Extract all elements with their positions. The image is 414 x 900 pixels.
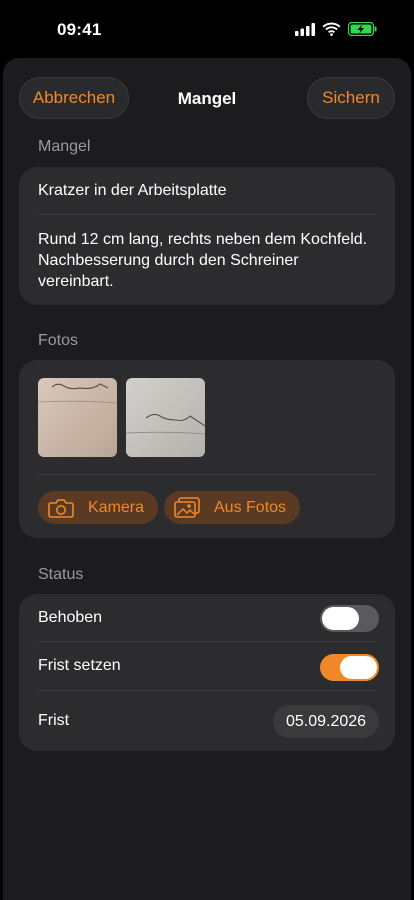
defect-description-field[interactable]: Rund 12 cm lang, rechts neben dem Kochfe… [19, 229, 395, 292]
photo-library-button-label: Aus Fotos [214, 498, 287, 516]
edit-sheet: Abbrechen Mangel Sichern Mangel Kratzer … [3, 58, 411, 900]
toggle-knob [322, 607, 359, 630]
fixed-toggle[interactable] [320, 605, 379, 632]
deadline-label: Frist [38, 712, 70, 729]
deadline-toggle[interactable] [320, 654, 379, 681]
divider [38, 474, 376, 475]
camera-icon [48, 498, 74, 518]
section-header-photos: Fotos [38, 332, 79, 349]
save-button[interactable]: Sichern [307, 77, 395, 119]
divider [38, 214, 376, 215]
status-bar: 09:41 [0, 0, 414, 58]
status-icons [295, 22, 378, 36]
toggle-knob [340, 656, 377, 679]
deadline-toggle-label: Frist setzen [38, 657, 121, 674]
signal-icon [295, 22, 315, 36]
defect-card: Kratzer in der Arbeitsplatte Rund 12 cm … [19, 167, 395, 305]
status-card: Behoben Frist setzen Frist 05.09.2026 [19, 594, 395, 751]
section-header-status: Status [38, 566, 84, 583]
status-time: 09:41 [57, 20, 102, 39]
photos-card: Kamera Aus Fotos [19, 360, 395, 538]
photo-thumbnail[interactable] [38, 378, 117, 457]
wifi-icon [322, 22, 341, 36]
camera-button-label: Kamera [88, 498, 145, 516]
photo-library-button[interactable]: Aus Fotos [164, 491, 301, 524]
section-header-defect: Mangel [38, 138, 91, 155]
camera-button[interactable]: Kamera [38, 491, 159, 524]
fixed-label: Behoben [38, 609, 103, 626]
divider [38, 690, 376, 691]
photo-thumbnail[interactable] [126, 378, 205, 457]
divider [38, 641, 376, 642]
deadline-date-picker[interactable]: 05.09.2026 [273, 705, 379, 738]
defect-title-field[interactable]: Kratzer in der Arbeitsplatte [19, 180, 395, 201]
photo-library-icon [174, 497, 200, 518]
battery-charging-icon [348, 22, 377, 36]
